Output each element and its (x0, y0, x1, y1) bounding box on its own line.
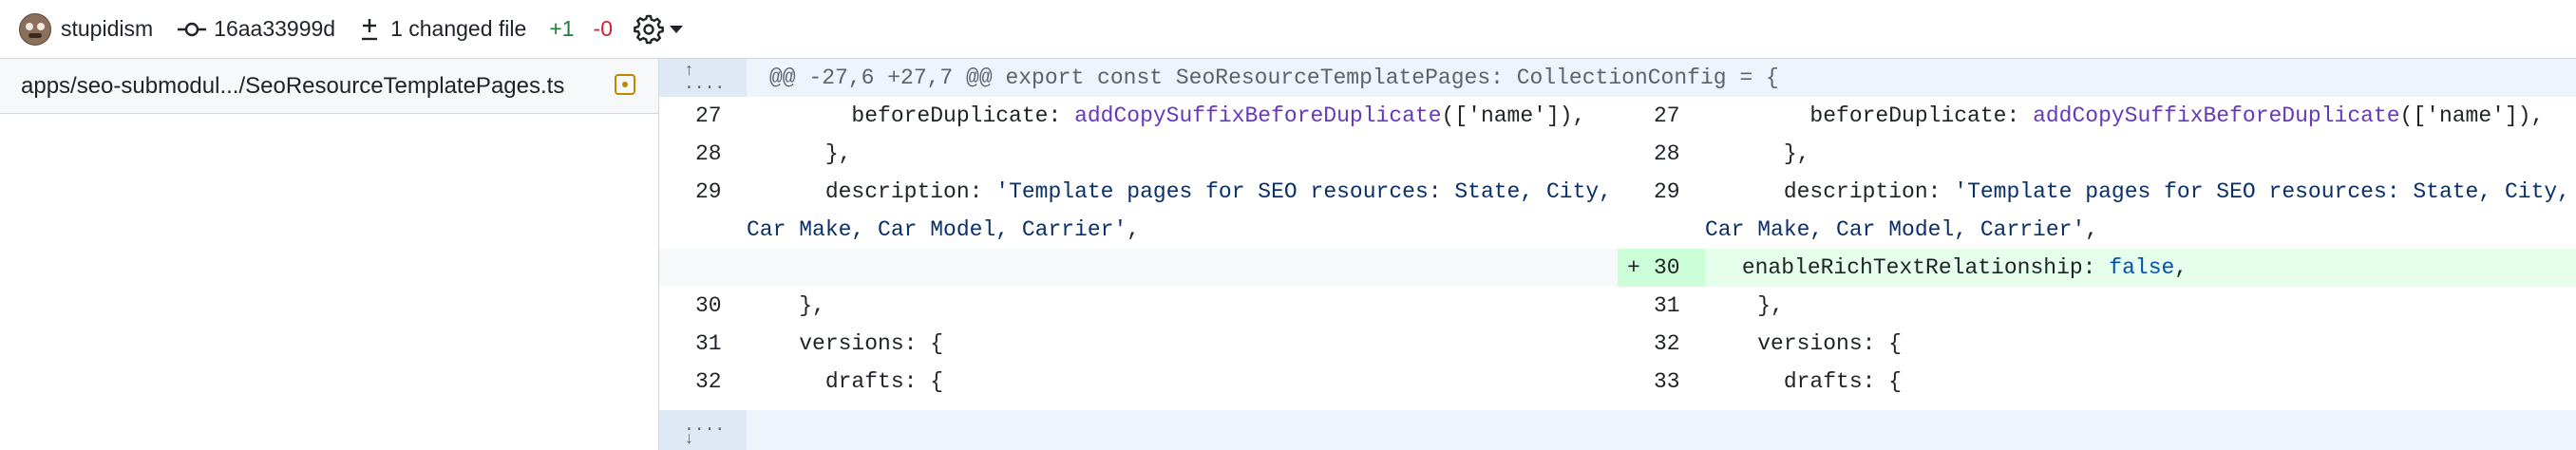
changed-files-count: 1 changed file (390, 16, 527, 41)
right-line-number[interactable]: 32 (1618, 325, 1705, 363)
right-line-number[interactable]: 31 (1618, 287, 1705, 325)
gear-icon (634, 14, 664, 45)
code-text: , (2174, 255, 2188, 280)
hunk-header: ↑.... @@ -27,6 +27,7 @@ export const Seo… (659, 59, 2576, 97)
right-code: beforeDuplicate: addCopySuffixBeforeDupl… (1705, 97, 2576, 135)
diff-left-line: 27 beforeDuplicate: addCopySuffixBeforeD… (659, 97, 1618, 135)
code-text: description: (1705, 179, 1955, 204)
diff-left-line: 28 }, (659, 135, 1618, 173)
code-text: , (1127, 217, 1141, 242)
file-modified-icon (615, 74, 635, 95)
left-line-number[interactable]: 28 (659, 135, 747, 173)
code-function: addCopySuffixBeforeDuplicate (2033, 103, 2400, 128)
commit-sha-text: 16aa33999d (214, 16, 336, 41)
changed-files-summary: 1 changed file (360, 16, 526, 42)
diff-left-line: 32 drafts: { (659, 363, 1618, 401)
file-tree: apps/seo-submodul.../SeoResourceTemplate… (0, 59, 659, 450)
diff-left-line: 29 description: 'Template pages for SEO … (659, 173, 1618, 249)
code-text: (['name']), (2399, 103, 2545, 128)
settings-dropdown[interactable] (634, 14, 683, 45)
right-code: }, (1705, 141, 1810, 166)
left-code: }, (747, 141, 852, 166)
diff-toolbar: stupidism 16aa33999d 1 changed file +1 -… (0, 0, 2576, 59)
diff-left-line: 31 versions: { (659, 325, 1618, 363)
code-function: addCopySuffixBeforeDuplicate (1074, 103, 1442, 128)
diff-row: 32 drafts: { 33 drafts: { (659, 363, 2576, 401)
left-line-number[interactable]: 29 (659, 173, 747, 249)
deletions-count: -0 (593, 16, 613, 41)
left-code (747, 249, 1618, 287)
triangle-down-icon (670, 25, 683, 34)
diff-row: 31 versions: { 32 versions: { (659, 325, 2576, 363)
left-code: beforeDuplicate: addCopySuffixBeforeDupl… (747, 97, 1618, 135)
diff-right-line-added: 30 + enableRichTextRelationship: false, (1618, 249, 2576, 287)
right-line-number[interactable]: 28 (1618, 135, 1705, 173)
hunk-footer: .... ↓ (659, 410, 2576, 450)
right-code: versions: { (1705, 331, 1903, 356)
file-tree-item[interactable]: apps/seo-submodul.../SeoResourceTemplate… (0, 59, 658, 114)
left-line-number (659, 249, 747, 287)
diff-row: 30 }, 31 }, (659, 287, 2576, 325)
expand-down-icon: .... ↓ (684, 417, 726, 449)
diff-right-line: 33 drafts: { (1618, 363, 2576, 401)
split-diff-view: ↑.... @@ -27,6 +27,7 @@ export const Seo… (659, 59, 2576, 450)
left-code: description: 'Template pages for SEO res… (747, 173, 1618, 249)
addition-marker: + (1627, 255, 1640, 280)
diff-left-line: 30 }, (659, 287, 1618, 325)
diff-row: 28 }, 28 }, (659, 135, 2576, 173)
hunk-header-text: @@ -27,6 +27,7 @@ export const SeoResour… (769, 66, 1779, 90)
right-line-number[interactable]: 33 (1618, 363, 1705, 401)
user-avatar (19, 12, 51, 46)
file-path: apps/seo-submodul.../SeoResourceTemplate… (21, 72, 565, 99)
diff-icon (360, 17, 379, 42)
diff-right-line: 27 beforeDuplicate: addCopySuffixBeforeD… (1618, 97, 2576, 135)
author-name: stupidism (61, 16, 154, 41)
left-line-number[interactable]: 30 (659, 287, 747, 325)
diff-row: 27 beforeDuplicate: addCopySuffixBeforeD… (659, 97, 2576, 135)
expand-down-button[interactable]: .... ↓ (659, 410, 747, 450)
right-code: + enableRichTextRelationship: false, (1618, 249, 2576, 287)
code-text: , (2085, 217, 2099, 242)
left-code: drafts: { (747, 369, 944, 394)
diff-row: 29 description: 'Template pages for SEO … (659, 173, 2576, 249)
diff-row-added: 30 + enableRichTextRelationship: false, (659, 249, 2576, 287)
diff-right-line: 28 }, (1618, 135, 2576, 173)
diff-right-line: 29 description: 'Template pages for SEO … (1618, 173, 2576, 249)
commit-sha[interactable]: 16aa33999d (178, 16, 335, 42)
additions-count: +1 (549, 16, 575, 41)
right-line-number[interactable]: 29 (1618, 173, 1705, 249)
right-code: description: 'Template pages for SEO res… (1705, 173, 2576, 249)
code-text: beforeDuplicate: (1705, 103, 2034, 128)
right-code: }, (1705, 293, 1784, 318)
diff-right-line: 32 versions: { (1618, 325, 2576, 363)
author[interactable]: stupidism (19, 12, 154, 46)
code-text: (['name']), (1441, 103, 1586, 128)
left-line-number[interactable]: 27 (659, 97, 747, 135)
left-code: versions: { (747, 331, 944, 356)
left-code: }, (747, 293, 825, 318)
git-commit-icon (178, 21, 207, 38)
expand-up-icon: ↑.... (684, 62, 726, 94)
diff-right-line: 31 }, (1618, 287, 2576, 325)
code-text: beforeDuplicate: (747, 103, 1075, 128)
code-keyword: false (2109, 255, 2175, 280)
code-text: description: (747, 179, 996, 204)
right-line-number[interactable]: 27 (1618, 97, 1705, 135)
right-code: drafts: { (1705, 369, 1903, 394)
diff-left-empty (659, 249, 1618, 287)
left-line-number[interactable]: 32 (659, 363, 747, 401)
expand-up-button[interactable]: ↑.... (659, 59, 747, 97)
code-text: enableRichTextRelationship: (1663, 255, 2110, 280)
left-line-number[interactable]: 31 (659, 325, 747, 363)
